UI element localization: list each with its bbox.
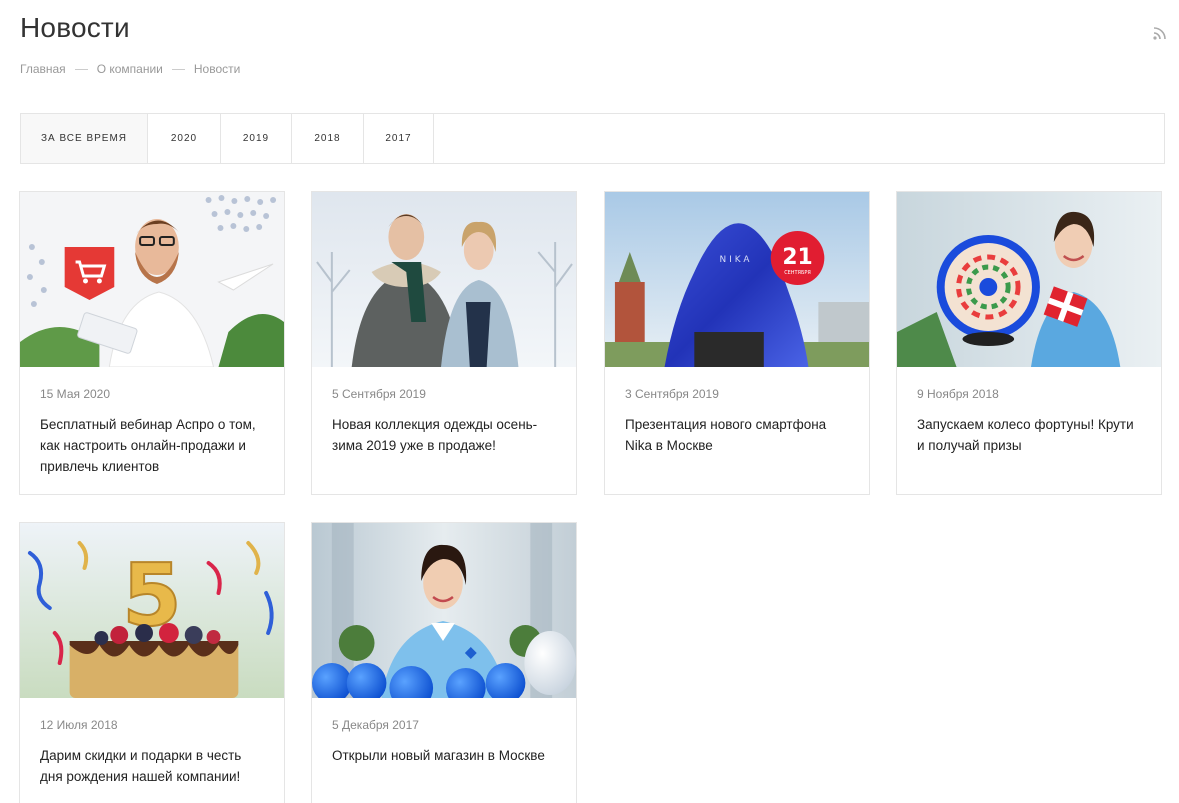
news-date: 5 Декабря 2017: [332, 718, 419, 732]
news-card[interactable]: 15 Мая 2020 Бесплатный вебинар Аспро о т…: [19, 191, 285, 495]
news-image-new-store[interactable]: [312, 523, 576, 698]
news-image-birthday[interactable]: 5: [20, 523, 284, 698]
news-date: 12 Июля 2018: [40, 718, 118, 732]
news-card[interactable]: 5 Сентября 2019 Новая коллекция одежды о…: [311, 191, 577, 495]
news-card[interactable]: NIKA 21 СЕНТЯБРЯ 3 Сентября 2019 Презент…: [604, 191, 870, 495]
tab-2019[interactable]: 2019: [221, 114, 292, 163]
breadcrumb-separator: [74, 68, 88, 70]
year-filter: За все время 2020 2019 2018 2017: [20, 113, 1165, 164]
breadcrumb-separator: [171, 68, 185, 70]
breadcrumb-item-home[interactable]: Главная: [20, 62, 66, 76]
tab-2017[interactable]: 2017: [364, 114, 434, 163]
brand-text: NIKA: [719, 255, 752, 265]
tab-all-time[interactable]: За все время: [21, 114, 148, 163]
tab-2018[interactable]: 2018: [292, 114, 364, 163]
news-image-fortune-wheel[interactable]: [897, 192, 1161, 367]
day-text: 21: [782, 245, 812, 270]
news-title[interactable]: Новая коллекция одежды осень-зима 2019 у…: [332, 414, 556, 456]
news-date: 3 Сентября 2019: [625, 387, 719, 401]
news-card[interactable]: 5 12 Июля 2018 Дарим скидки и подарки в …: [19, 522, 285, 803]
breadcrumb-item-current: Новости: [193, 62, 241, 76]
news-card[interactable]: 5 Декабря 2017 Открыли новый магазин в М…: [311, 522, 577, 803]
news-title[interactable]: Бесплатный вебинар Аспро о том, как наст…: [40, 414, 264, 477]
news-card[interactable]: 9 Ноября 2018 Запускаем колесо фортуны! …: [896, 191, 1162, 495]
tab-2020[interactable]: 2020: [148, 114, 221, 163]
rss-icon[interactable]: [1153, 26, 1167, 40]
news-date: 15 Мая 2020: [40, 387, 111, 401]
news-date: 9 Ноября 2018: [917, 387, 999, 401]
news-date: 5 Сентября 2019: [332, 387, 426, 401]
page-title: Новости: [20, 12, 130, 43]
news-title[interactable]: Открыли новый магазин в Москве: [332, 745, 556, 766]
breadcrumb-item-about[interactable]: О компании: [97, 62, 163, 76]
news-image-webinar[interactable]: [20, 192, 284, 367]
breadcrumb: Главная О компании Новости: [20, 62, 240, 76]
news-image-winter-collection[interactable]: [312, 192, 576, 367]
news-title[interactable]: Презентация нового смартфона Nika в Моск…: [625, 414, 849, 456]
news-image-smartphone-presentation[interactable]: NIKA 21 СЕНТЯБРЯ: [605, 192, 869, 367]
news-title[interactable]: Запускаем колесо фортуны! Крути и получа…: [917, 414, 1141, 456]
news-title[interactable]: Дарим скидки и подарки в честь дня рожде…: [40, 745, 264, 787]
month-text: СЕНТЯБРЯ: [784, 270, 811, 276]
